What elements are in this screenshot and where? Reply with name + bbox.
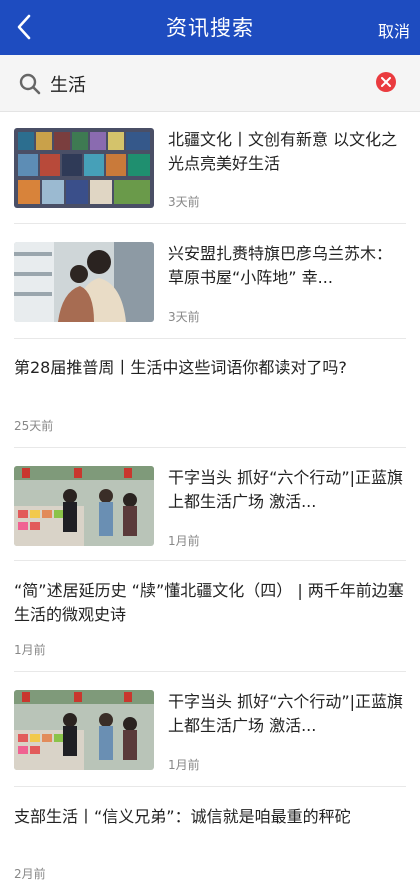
back-button[interactable]: [10, 10, 44, 44]
news-title: 兴安盟扎赉特旗巴彦乌兰苏木：草原书屋“小阵地” 幸...: [168, 244, 393, 287]
list-item[interactable]: 北疆文化丨文创有新意 以文化之光点亮美好生活 3天前: [14, 111, 406, 224]
news-title: 北疆文化丨文创有新意 以文化之光点亮美好生活: [168, 130, 398, 173]
news-time: 3天前: [168, 310, 200, 324]
search-input[interactable]: [50, 69, 360, 99]
chevron-left-icon: [17, 14, 31, 40]
clear-icon: [381, 77, 391, 87]
list-item[interactable]: 兴安盟扎赉特旗巴彦乌兰苏木：草原书屋“小阵地” 幸... 3天前: [14, 224, 406, 339]
cancel-button[interactable]: 取消: [378, 18, 410, 42]
news-time: 1月前: [168, 758, 200, 772]
news-time: 3天前: [168, 195, 200, 209]
app-header: 资讯搜索 取消: [0, 0, 420, 55]
news-title: 支部生活丨“信义兄弟”：诚信就是咱最重的秤砣: [14, 807, 351, 826]
news-title: 第28届推普周丨生活中这些词语你都读对了吗?: [14, 358, 347, 377]
news-time: 2月前: [14, 867, 46, 881]
news-thumbnail: [14, 466, 154, 546]
news-thumbnail: [14, 690, 154, 770]
news-time: 25天前: [14, 419, 54, 433]
page-title: 资讯搜索: [166, 16, 254, 40]
list-item[interactable]: 干字当头 抓好“六个行动”|正蓝旗上都生活广场 激活... 1月前: [14, 672, 406, 787]
search-icon: [19, 73, 41, 95]
news-time: 1月前: [168, 534, 200, 548]
news-title: 干字当头 抓好“六个行动”|正蓝旗上都生活广场 激活...: [168, 692, 404, 735]
list-item[interactable]: “简”述居延历史 “牍”懂北疆文化（四） | 两千年前边塞生活的微观史诗 1月前: [14, 561, 406, 672]
list-item[interactable]: 干字当头 抓好“六个行动”|正蓝旗上都生活广场 激活... 1月前: [14, 448, 406, 561]
list-item[interactable]: 第28届推普周丨生活中这些词语你都读对了吗? 25天前: [14, 339, 406, 448]
news-thumbnail: [14, 128, 154, 208]
news-time: 1月前: [14, 643, 46, 657]
news-thumbnail: [14, 242, 154, 322]
news-title: 干字当头 抓好“六个行动”|正蓝旗上都生活广场 激活...: [168, 468, 404, 511]
list-item[interactable]: 支部生活丨“信义兄弟”：诚信就是咱最重的秤砣 2月前: [14, 787, 406, 887]
search-bar: [0, 55, 420, 112]
clear-search-button[interactable]: [376, 72, 396, 92]
news-title: “简”述居延历史 “牍”懂北疆文化（四） | 两千年前边塞生活的微观史诗: [14, 581, 404, 624]
